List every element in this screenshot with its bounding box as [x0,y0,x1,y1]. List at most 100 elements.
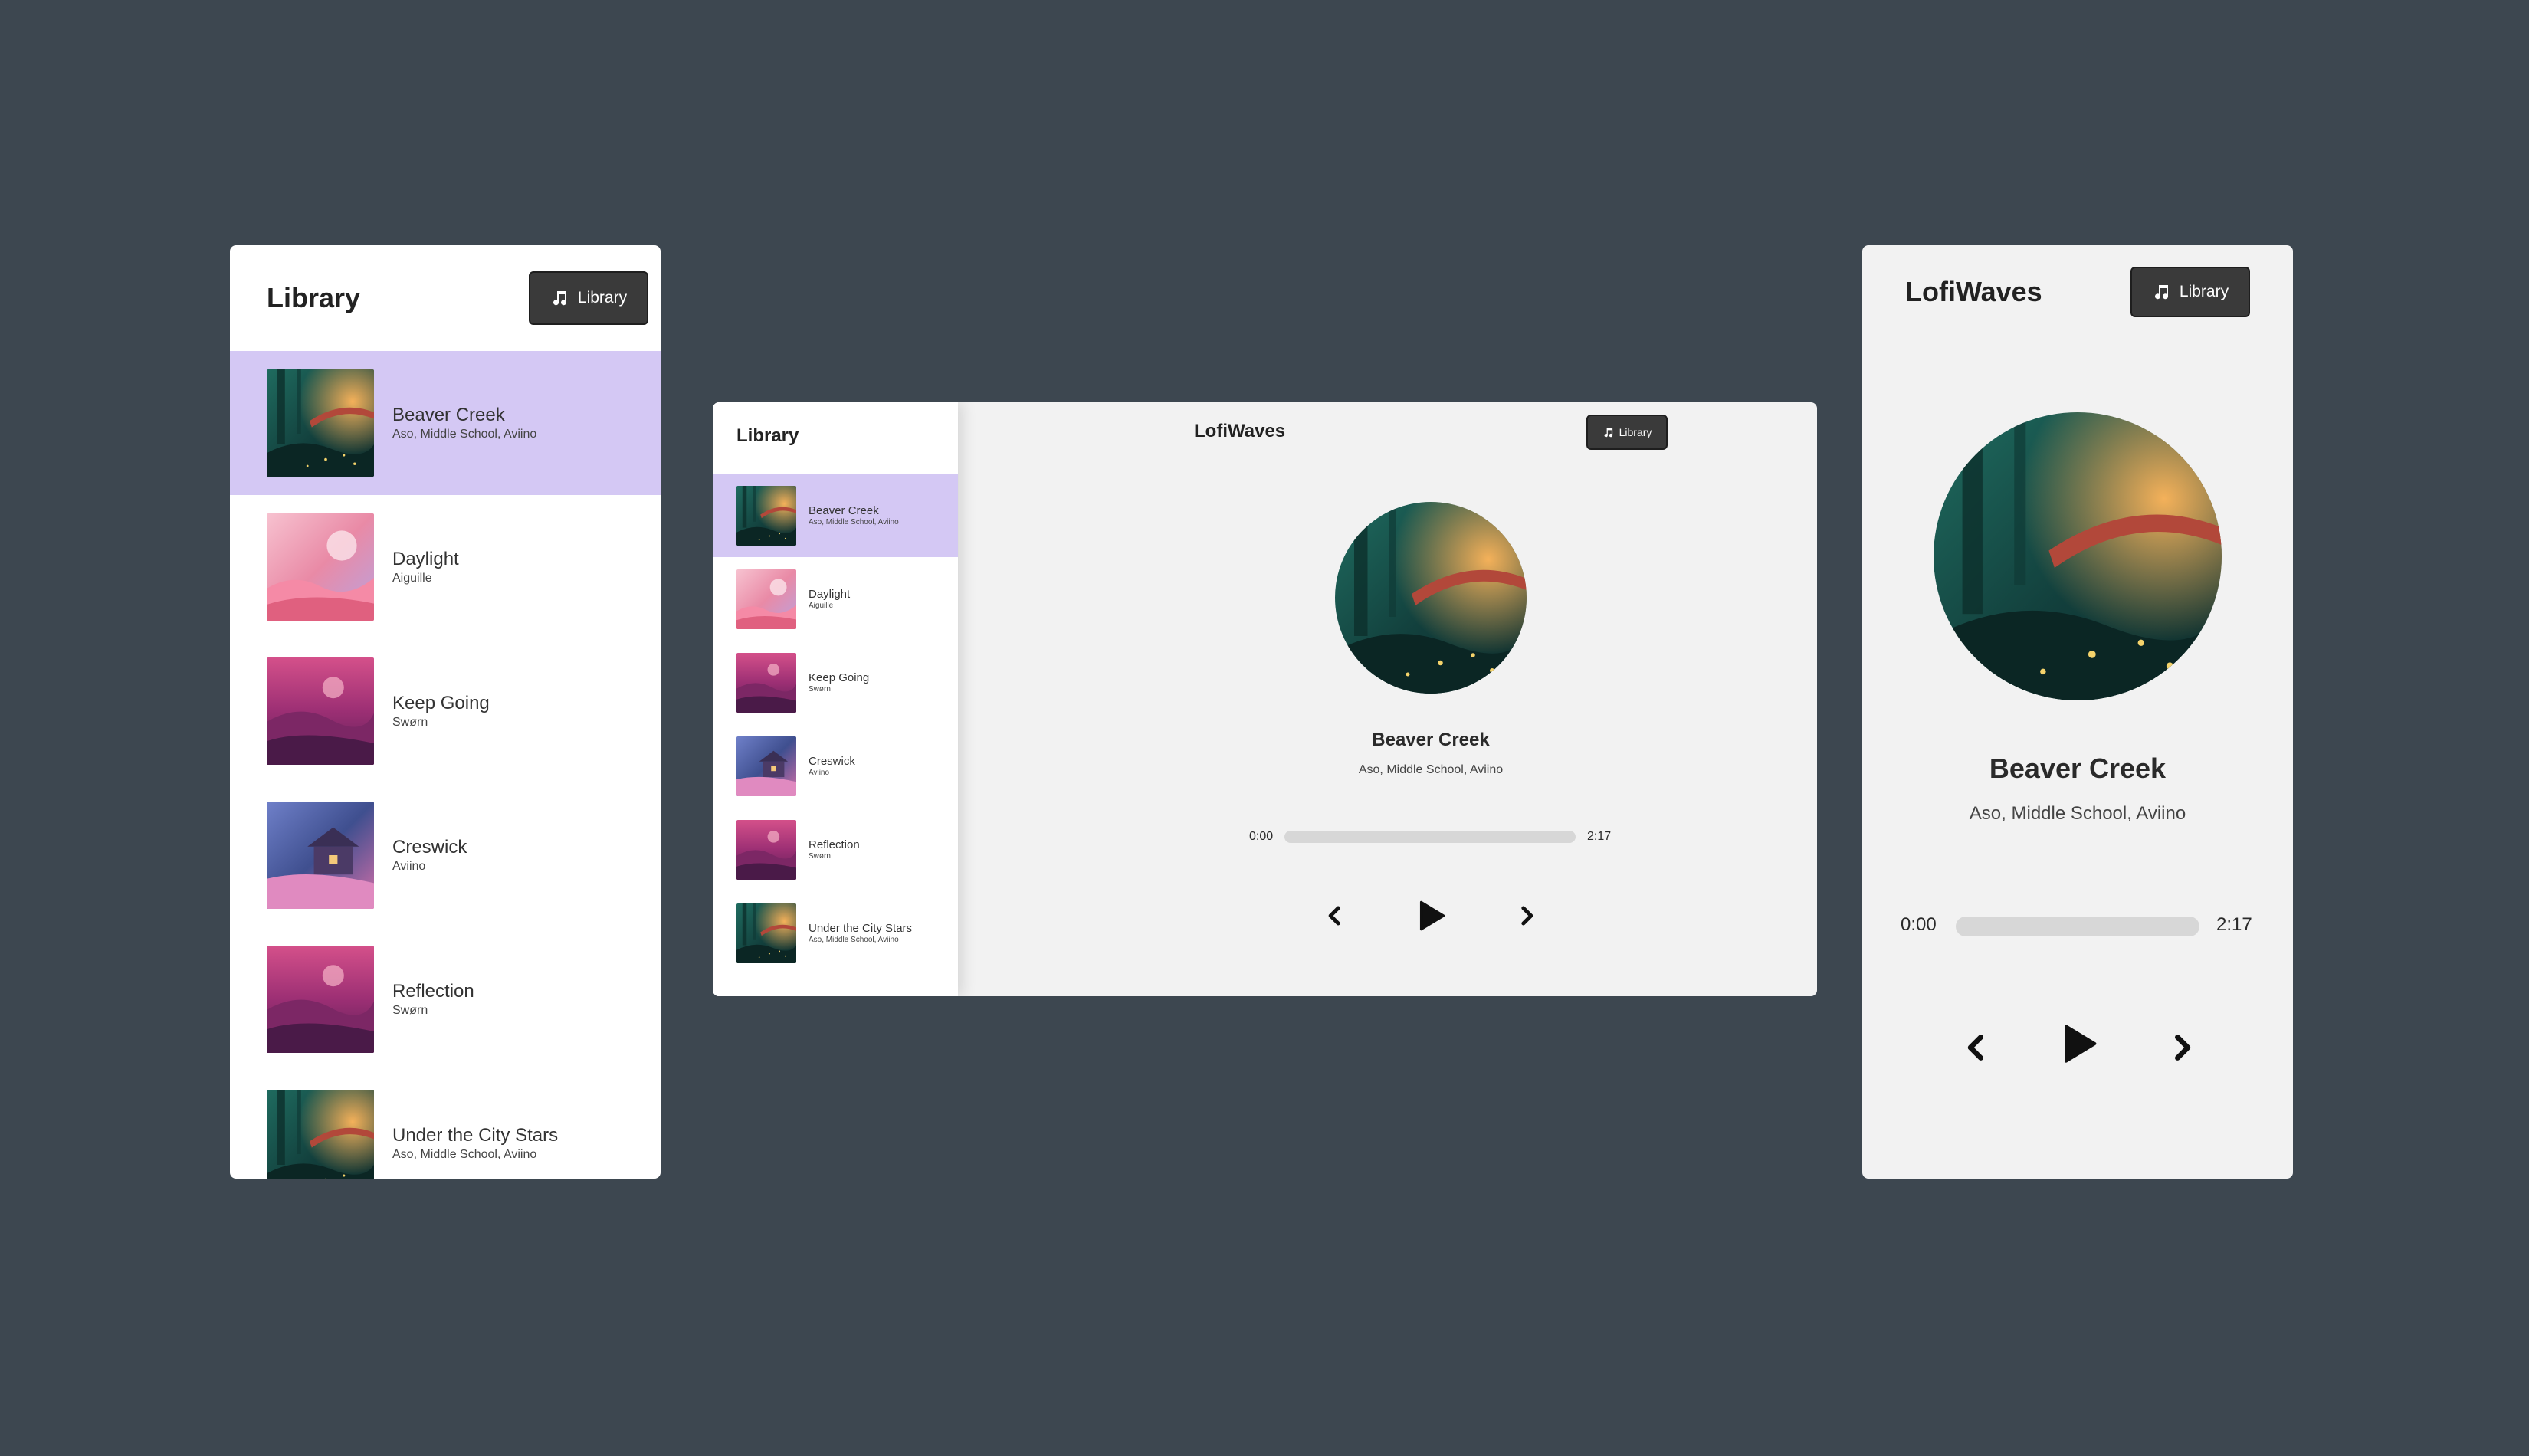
album-thumbnail [736,819,796,880]
library-panel-mobile: Library Library Beaver Creek Aso, Middle … [230,245,661,1179]
now-playing-title: Beaver Creek [1989,753,2167,784]
song-title: Reflection [809,838,860,851]
song-text: Keep Going Swørn [809,671,869,694]
song-title: Beaver Creek [392,405,505,425]
play-icon [1419,900,1445,931]
song-title: Keep Going [809,671,870,684]
song-artist: Aviino [809,769,830,777]
song-item[interactable]: Beaver Creek Aso, Middle School, Aviino [713,474,958,557]
song-item[interactable]: Reflection Swørn [230,927,661,1071]
song-item[interactable]: Reflection Swørn [713,808,958,891]
song-text: Creswick Aviino [809,755,855,777]
progress-slider[interactable] [1956,917,2199,936]
album-cover [1934,412,2222,700]
play-button[interactable] [1412,897,1450,935]
previous-button[interactable] [1320,900,1350,931]
song-text: Reflection Swørn [809,838,860,861]
album-thumbnail [267,802,374,909]
song-text: Under the City Stars Aso, Middle School, … [809,922,912,944]
music-note-icon [2154,285,2168,300]
chevron-right-icon [2175,1035,2191,1061]
album-thumbnail [736,736,796,796]
song-title: Daylight [809,588,851,601]
song-text: Reflection Swørn [392,981,474,1018]
album-thumbnail [736,485,796,546]
song-text: Creswick Aviino [392,837,467,874]
song-item[interactable]: Creswick Aviino [230,783,661,927]
library-sidebar: Library Beaver Creek Aso, Middle School, … [713,402,958,996]
song-item[interactable]: Beaver Creek Aso, Middle School, Aviino [230,351,661,495]
song-text: Daylight Aiguille [809,588,850,610]
song-item[interactable]: Under the City Stars Aso, Middle School, … [713,891,958,975]
album-thumbnail [267,369,374,477]
album-thumbnail [267,1090,374,1179]
library-button[interactable]: Library [1586,415,1668,450]
album-cover [1335,502,1527,694]
song-item[interactable]: Creswick Aviino [713,724,958,808]
library-button[interactable]: Library [2130,267,2250,317]
song-artist: Aso, Middle School, Aviino [392,1148,537,1161]
chevron-right-icon [1521,906,1533,926]
progress-slider[interactable] [1284,831,1576,843]
song-text: Beaver Creek Aso, Middle School, Aviino [809,504,899,526]
song-item[interactable]: Keep Going Swørn [713,641,958,724]
next-button[interactable] [2161,1027,2203,1068]
now-playing-title: Beaver Creek [1372,730,1490,750]
song-list: Beaver Creek Aso, Middle School, Aviino Da… [713,474,958,975]
current-time: 0:00 [1249,830,1274,843]
song-artist: Swørn [392,1004,428,1017]
song-artist: Aso, Middle School, Aviino [809,518,899,526]
album-thumbnail [736,903,796,963]
album-thumbnail [736,652,796,713]
song-artist: Aso, Middle School, Aviino [809,936,899,944]
player-panel-mobile: LofiWaves Library Beaver Creek Aso, Midd… [1862,245,2293,1179]
album-thumbnail [267,657,374,765]
song-text: Beaver Creek Aso, Middle School, Aviino [392,405,536,441]
song-list: Beaver Creek Aso, Middle School, Aviino Da… [230,351,661,1179]
song-item[interactable]: Daylight Aiguille [713,557,958,641]
song-title: Beaver Creek [809,504,879,517]
library-header: Library Library [230,245,661,351]
song-artist: Aviino [392,860,426,873]
library-button-label: Library [2179,283,2229,300]
music-note-icon [1604,428,1612,437]
chevron-left-icon [1967,1035,1983,1061]
song-text: Daylight Aiguille [392,549,459,585]
song-artist: Aiguille [392,572,432,585]
library-title: Library [736,425,799,446]
album-thumbnail [267,513,374,621]
library-button[interactable]: Library [529,271,648,325]
song-title: Creswick [809,755,855,768]
album-thumbnail [736,569,796,629]
app-brand: LofiWaves [1194,421,1286,441]
song-title: Under the City Stars [392,1125,559,1146]
song-artist: Swørn [809,685,831,694]
song-artist: Aso, Middle School, Aviino [392,428,537,441]
play-icon [2065,1025,2097,1063]
song-title: Under the City Stars [809,922,913,935]
song-title: Reflection [392,981,474,1002]
song-item[interactable]: Daylight Aiguille [230,495,661,639]
next-button[interactable] [1511,900,1542,931]
song-title: Daylight [392,549,459,569]
song-text: Keep Going Swørn [392,693,490,730]
duration: 2:17 [1587,830,1612,843]
song-item[interactable]: Keep Going Swørn [230,639,661,783]
current-time: 0:00 [1901,914,1937,935]
library-button-label: Library [577,289,628,307]
album-thumbnail [267,946,374,1053]
now-playing-artist: Aso, Middle School, Aviino [1969,803,2186,824]
player-panel-desktop: Library Beaver Creek Aso, Middle School, … [713,402,1817,996]
song-title: Keep Going [392,693,490,713]
song-item[interactable]: Under the City Stars Aso, Middle School, … [230,1071,661,1179]
song-artist: Swørn [392,716,428,729]
library-button-label: Library [1619,426,1652,438]
app-brand: LofiWaves [1905,276,2042,307]
play-button[interactable] [2054,1019,2103,1068]
song-title: Creswick [392,837,467,858]
previous-button[interactable] [1956,1027,1997,1068]
song-text: Under the City Stars Aso, Middle School, … [392,1125,558,1162]
duration: 2:17 [2216,914,2252,935]
song-artist: Aiguille [809,602,834,610]
chevron-left-icon [1328,906,1340,926]
